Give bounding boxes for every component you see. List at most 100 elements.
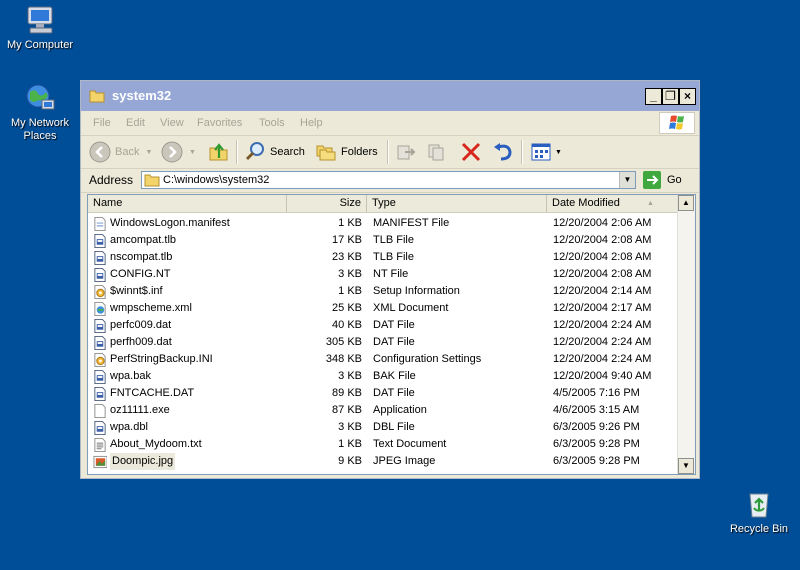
menu-tools[interactable]: Tools xyxy=(259,117,285,129)
system-file-icon xyxy=(94,319,106,333)
address-bar: Address C:\windows\system32 ▼ Go xyxy=(81,169,699,193)
file-type: Application xyxy=(373,404,427,416)
file-type: BAK File xyxy=(373,370,416,382)
move-to-button[interactable] xyxy=(395,141,417,163)
file-size: 305 KB xyxy=(325,336,362,348)
folders-icon xyxy=(316,145,336,161)
system-file-icon xyxy=(94,268,106,282)
file-row[interactable]: PerfStringBackup.INI 348 KB Configuration … xyxy=(88,351,678,368)
file-date-modified: 4/5/2005 7:16 PM xyxy=(553,387,640,399)
column-header-name[interactable]: Name xyxy=(88,195,287,212)
file-size: 87 KB xyxy=(332,404,362,416)
file-row[interactable]: $winnt$.inf 1 KB Setup Information 12/20/20… xyxy=(88,283,678,300)
file-row[interactable]: Doompic.jpg 9 KB JPEG Image 6/3/2005 9:28 P… xyxy=(88,453,678,470)
scroll-down-button[interactable]: ▼ xyxy=(678,458,694,474)
file-row[interactable]: wpa.bak 3 KB BAK File 12/20/2004 9:40 AM xyxy=(88,368,678,385)
explorer-window: system32 _ ❐ × File Edit View Favorites … xyxy=(80,80,700,479)
file-row[interactable]: wpa.dbl 3 KB DBL File 6/3/2005 9:26 PM xyxy=(88,419,678,436)
restore-button[interactable]: ❐ xyxy=(662,88,679,105)
generic-file-icon xyxy=(94,217,106,231)
close-button[interactable]: × xyxy=(679,88,696,105)
system-file-icon xyxy=(94,421,106,435)
forward-button[interactable]: ▼ xyxy=(161,141,196,163)
setup-file-icon xyxy=(94,353,106,367)
forward-dropdown-icon[interactable]: ▼ xyxy=(189,149,196,156)
file-list[interactable]: Name Size Type Date Modified ▲ WindowsLo… xyxy=(87,194,696,475)
system-file-icon xyxy=(94,387,106,401)
file-type: MANIFEST File xyxy=(373,217,450,229)
file-row[interactable]: wmpscheme.xml 25 KB XML Document 12/20/2004… xyxy=(88,300,678,317)
menu-bar: File Edit View Favorites Tools Help xyxy=(81,111,699,136)
file-row[interactable]: CONFIG.NT 3 KB NT File 12/20/2004 2:08 AM xyxy=(88,266,678,283)
system-file-icon xyxy=(94,370,106,384)
scroll-up-button[interactable]: ▲ xyxy=(678,195,694,211)
file-size: 40 KB xyxy=(332,319,362,331)
menu-help[interactable]: Help xyxy=(300,117,323,129)
address-dropdown-button[interactable]: ▼ xyxy=(619,172,635,188)
file-row[interactable]: perfc009.dat 40 KB DAT File 12/20/2004 2:24… xyxy=(88,317,678,334)
file-name: Doompic.jpg xyxy=(110,453,176,470)
desktop-icon-label: My Computer xyxy=(6,39,74,51)
search-button[interactable]: Search xyxy=(244,141,305,163)
xml-file-icon xyxy=(94,302,106,316)
file-size: 1 KB xyxy=(338,438,362,450)
file-name: WindowsLogon.manifest xyxy=(110,217,230,229)
file-date-modified: 12/20/2004 2:24 AM xyxy=(553,319,652,331)
file-size: 25 KB xyxy=(332,302,362,314)
desktop-icon-my-network-places[interactable]: My Network Places xyxy=(0,82,80,143)
back-dropdown-icon[interactable]: ▼ xyxy=(145,149,152,156)
file-date-modified: 12/20/2004 2:08 AM xyxy=(553,268,652,280)
file-name: nscompat.tlb xyxy=(110,251,173,263)
file-size: 17 KB xyxy=(332,234,362,246)
file-type: DBL File xyxy=(373,421,415,433)
back-label: Back xyxy=(115,146,140,158)
undo-arrow-icon xyxy=(494,143,512,161)
column-header-type[interactable]: Type xyxy=(367,195,547,212)
file-row[interactable]: FNTCACHE.DAT 89 KB DAT File 4/5/2005 7:16 P… xyxy=(88,385,678,402)
file-name: $winnt$.inf xyxy=(110,285,163,297)
views-button[interactable]: ▼ xyxy=(530,141,562,163)
menu-view[interactable]: View xyxy=(160,117,184,129)
column-header-date-modified[interactable]: Date Modified ▲ xyxy=(547,195,678,212)
recycle-bin-icon xyxy=(749,493,769,518)
search-label: Search xyxy=(270,146,305,158)
address-field[interactable]: C:\windows\system32 ▼ xyxy=(141,171,636,189)
file-size: 3 KB xyxy=(338,370,362,382)
file-row[interactable]: WindowsLogon.manifest 1 KB MANIFEST File 12… xyxy=(88,215,678,232)
desktop-icon-my-computer[interactable]: My Computer xyxy=(0,4,80,52)
column-header-size[interactable]: Size xyxy=(287,195,367,212)
menu-favorites[interactable]: Favorites xyxy=(197,117,242,129)
file-name: amcompat.tlb xyxy=(110,234,177,246)
menu-edit[interactable]: Edit xyxy=(126,117,145,129)
up-folder-button[interactable] xyxy=(208,141,230,163)
undo-button[interactable] xyxy=(492,141,514,163)
menu-file[interactable]: File xyxy=(93,117,111,129)
file-date-modified: 12/20/2004 2:14 AM xyxy=(553,285,652,297)
minimize-button[interactable]: _ xyxy=(645,88,662,105)
desktop-icon-recycle-bin[interactable]: Recycle Bin xyxy=(719,488,799,536)
back-button[interactable]: Back ▼ xyxy=(89,141,152,163)
vertical-scrollbar[interactable]: ▲ ▼ xyxy=(677,195,695,474)
file-row[interactable]: nscompat.tlb 23 KB TLB File 12/20/2004 2:08… xyxy=(88,249,678,266)
go-button[interactable]: Go xyxy=(643,171,682,189)
title-bar[interactable]: system32 _ ❐ × xyxy=(81,81,699,111)
copy-to-button[interactable] xyxy=(426,141,448,163)
folders-button[interactable]: Folders xyxy=(315,141,378,163)
views-dropdown-icon[interactable]: ▼ xyxy=(555,149,562,156)
file-type: Configuration Settings xyxy=(373,353,482,365)
file-type: Setup Information xyxy=(373,285,460,297)
application-icon xyxy=(94,404,106,418)
file-row[interactable]: perfh009.dat 305 KB DAT File 12/20/2004 2:2… xyxy=(88,334,678,351)
file-date-modified: 6/3/2005 9:26 PM xyxy=(553,421,640,433)
file-date-modified: 12/20/2004 9:40 AM xyxy=(553,370,652,382)
file-row[interactable]: oz11111.exe 87 KB Application 4/6/2005 3:15… xyxy=(88,402,678,419)
windows-flag-icon xyxy=(669,115,684,130)
address-label: Address xyxy=(89,173,134,187)
desktop-icon-label: Recycle Bin xyxy=(729,523,789,535)
network-globe-icon xyxy=(26,84,55,110)
delete-button[interactable] xyxy=(460,141,482,163)
file-type: Text Document xyxy=(373,438,447,450)
file-row[interactable]: About_Mydoom.txt 1 KB Text Document 6/3/200… xyxy=(88,436,678,453)
file-type: JPEG Image xyxy=(373,455,436,467)
file-row[interactable]: amcompat.tlb 17 KB TLB File 12/20/2004 2:08… xyxy=(88,232,678,249)
